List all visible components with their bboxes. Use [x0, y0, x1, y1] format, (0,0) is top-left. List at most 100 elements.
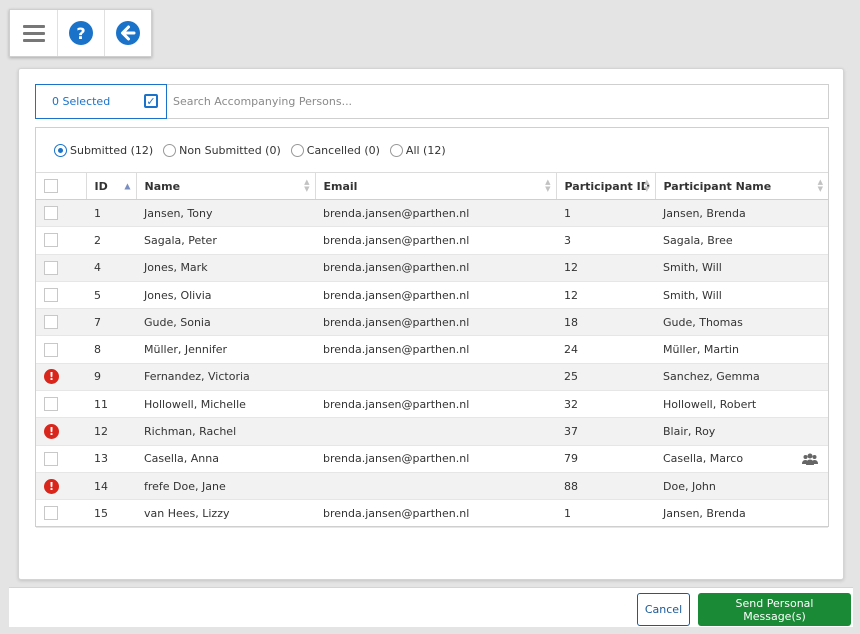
row-status-cell: !	[36, 417, 86, 446]
status-filter-label: Non Submitted (0)	[179, 143, 281, 157]
row-status-cell	[36, 308, 86, 337]
sort-icon: ▲ ▼	[545, 178, 551, 193]
table-row[interactable]: ! 9 Fernandez, Victoria 25 Sanchez, Gemma	[36, 363, 828, 392]
cell-name: Fernandez, Victoria	[136, 363, 315, 392]
cell-participant-name: Smith, Will	[655, 254, 828, 282]
table-header-row: ID ▲ Name ▲ ▼ Email ▲ ▼ Participant ID ▲ ▼ Part…	[36, 172, 828, 200]
sort-icon: ▲ ▼	[817, 178, 823, 193]
cell-participant-name: Blair, Roy	[655, 417, 828, 446]
table-row[interactable]: 8 Müller, Jennifer brenda.jansen@parthen.n…	[36, 335, 828, 364]
table-row[interactable]: 13 Casella, Anna brenda.jansen@parthen.nl 7…	[36, 445, 828, 473]
users-group-icon[interactable]	[802, 453, 818, 465]
radio-button[interactable]	[389, 143, 403, 157]
cell-email: brenda.jansen@parthen.nl	[315, 499, 556, 528]
cell-participant-name: Jansen, Brenda	[655, 499, 828, 528]
cell-id: 7	[86, 308, 136, 337]
table-row[interactable]: ! 14 frefe Doe, Jane 88 Doe, John	[36, 472, 828, 501]
row-checkbox[interactable]	[44, 233, 58, 248]
cell-name: Jones, Olivia	[136, 281, 315, 310]
cell-email	[315, 472, 556, 501]
table-row[interactable]: 7 Gude, Sonia brenda.jansen@parthen.nl 18 Gu…	[36, 308, 828, 337]
status-filter-label: All (12)	[405, 143, 446, 157]
cell-email	[315, 363, 556, 392]
cell-id: 15	[86, 499, 136, 528]
cell-name: Hollowell, Michelle	[136, 390, 315, 419]
cell-id: 8	[86, 335, 136, 364]
search-input[interactable]	[167, 86, 828, 117]
table-row[interactable]: ! 12 Richman, Rachel 37 Blair, Roy	[36, 417, 828, 446]
selected-count-label: 0 Selected	[52, 94, 111, 108]
row-checkbox[interactable]	[44, 506, 58, 521]
column-header-name[interactable]: Name ▲ ▼	[135, 172, 315, 200]
row-checkbox[interactable]	[44, 397, 58, 412]
cell-email: brenda.jansen@parthen.nl	[315, 445, 556, 473]
row-checkbox[interactable]	[44, 260, 58, 275]
accompanying-persons-grid: Submitted (12) Non Submitted (0) Cancelled…	[35, 127, 829, 528]
radio-button[interactable]	[163, 143, 177, 157]
radio-button[interactable]	[290, 143, 304, 157]
cell-participant-id: 79	[556, 445, 655, 473]
cell-name: van Hees, Lizzy	[136, 499, 315, 528]
table-row[interactable]: 15 van Hees, Lizzy brenda.jansen@parthen.n…	[36, 499, 828, 528]
cancel-button[interactable]: Cancel	[637, 593, 690, 626]
back-button[interactable]	[104, 10, 151, 56]
cell-id: 4	[86, 254, 136, 282]
row-status-cell	[36, 445, 86, 473]
cell-participant-id: 32	[556, 390, 655, 419]
cell-name: frefe Doe, Jane	[136, 472, 315, 501]
row-checkbox[interactable]	[44, 342, 58, 357]
send-personal-message-button[interactable]: Send Personal Message(s)	[698, 593, 851, 626]
status-filter-option[interactable]: All (12)	[389, 143, 446, 157]
row-status-cell	[36, 254, 86, 282]
table-row[interactable]: 5 Jones, Olivia brenda.jansen@parthen.nl 12…	[36, 281, 828, 310]
status-filter-label: Submitted (12)	[70, 143, 154, 157]
row-checkbox[interactable]	[44, 315, 58, 330]
select-all-header	[36, 172, 86, 200]
row-checkbox[interactable]	[44, 451, 58, 466]
cell-participant-name: Hollowell, Robert	[655, 390, 828, 419]
main-panel: 0 Selected ✓ Submitted (12) Non Submitted…	[18, 68, 844, 580]
row-checkbox[interactable]	[44, 206, 58, 221]
table-row[interactable]: 4 Jones, Mark brenda.jansen@parthen.nl 12 Sm…	[36, 254, 828, 282]
dialog-footer: Cancel Send Personal Message(s)	[9, 587, 853, 627]
arrow-left-circle-icon	[116, 21, 140, 45]
cell-participant-id: 18	[556, 308, 655, 337]
selected-count-toggle[interactable]: 0 Selected ✓	[35, 83, 167, 119]
menu-button[interactable]	[10, 10, 57, 56]
table-row[interactable]: 2 Sagala, Peter brenda.jansen@parthen.nl 3 S…	[36, 226, 828, 255]
select-all-checkbox[interactable]	[44, 179, 58, 193]
column-header-email[interactable]: Email ▲ ▼	[314, 172, 556, 200]
cell-email: brenda.jansen@parthen.nl	[315, 226, 556, 255]
table-row[interactable]: 11 Hollowell, Michelle brenda.jansen@parth…	[36, 390, 828, 419]
column-header-participant-name[interactable]: Participant Name ▲ ▼	[654, 172, 828, 200]
column-header-id[interactable]: ID ▲	[85, 172, 136, 200]
cell-email: brenda.jansen@parthen.nl	[315, 335, 556, 364]
checkbox-checked-icon: ✓	[144, 94, 158, 108]
cell-participant-id: 25	[556, 363, 655, 392]
cell-name: Gude, Sonia	[136, 308, 315, 337]
help-button[interactable]: ?	[57, 10, 104, 56]
row-checkbox[interactable]	[44, 288, 58, 303]
cell-participant-name: Sagala, Bree	[655, 226, 828, 255]
cell-participant-id: 24	[556, 335, 655, 364]
cell-email: brenda.jansen@parthen.nl	[315, 281, 556, 310]
cell-id: 2	[86, 226, 136, 255]
radio-button[interactable]	[54, 143, 67, 157]
sort-icon: ▲ ▼	[304, 178, 310, 193]
search-bar: 0 Selected ✓	[35, 83, 829, 119]
row-status-cell	[36, 226, 86, 255]
column-header-participant-id[interactable]: Participant ID ▲ ▼	[555, 172, 655, 200]
cell-id: 13	[86, 445, 136, 473]
cell-participant-name: Jansen, Brenda	[655, 199, 828, 228]
status-filter-option[interactable]: Non Submitted (0)	[163, 143, 281, 157]
cell-participant-id: 88	[556, 472, 655, 501]
cell-email: brenda.jansen@parthen.nl	[315, 390, 556, 419]
cell-name: Casella, Anna	[136, 445, 315, 473]
hamburger-menu-icon	[22, 21, 45, 46]
cell-participant-id: 12	[556, 281, 655, 310]
status-filter-option[interactable]: Submitted (12)	[54, 143, 154, 157]
table-row[interactable]: 1 Jansen, Tony brenda.jansen@parthen.nl 1 Ja…	[36, 199, 828, 228]
status-filter-option[interactable]: Cancelled (0)	[290, 143, 380, 157]
cell-email: brenda.jansen@parthen.nl	[315, 254, 556, 282]
persons-table: ID ▲ Name ▲ ▼ Email ▲ ▼ Participant ID ▲ ▼ Part…	[36, 172, 828, 528]
